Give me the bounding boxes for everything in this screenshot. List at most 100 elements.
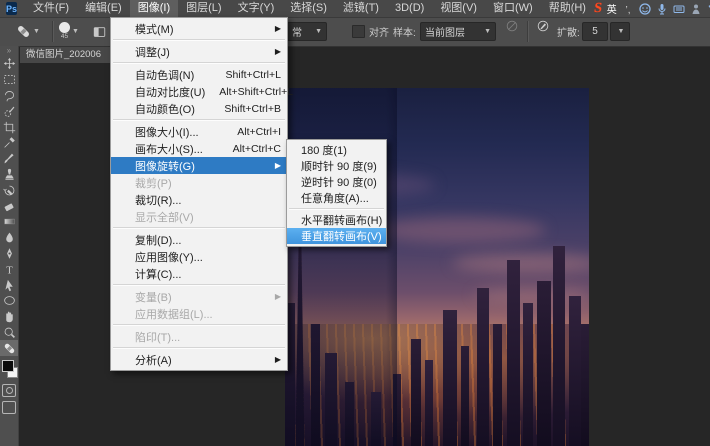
shape-tool-icon[interactable] [0,293,18,309]
move-tool-icon[interactable] [0,56,18,72]
menu-item-1[interactable]: 模式(M)▶ [111,20,287,37]
menu-item-11[interactable]: 显示全部(V) [111,208,287,225]
ignore-adjustment-layers-button[interactable] [503,17,521,35]
color-swatches[interactable] [0,358,18,380]
chevron-down-icon: ▼ [618,28,625,35]
menu-item-13[interactable]: 应用图像(Y)... [111,248,287,265]
menubar-item-11[interactable]: 帮助(H) [541,0,594,17]
menu-item-4[interactable]: 自动对比度(U)Alt+Shift+Ctrl+L [111,83,287,100]
menu-item-label: 应用图像(Y)... [135,249,203,265]
menu-item-label: 自动色调(N) [135,67,194,83]
pen-tool-icon[interactable] [0,246,18,262]
punctuation-icon[interactable]: ’, [622,3,634,15]
tool-options-bar: ▼ 45 ▼ 常 ▼ 对齐 样本: [0,17,710,47]
aligned-checkbox[interactable] [352,25,365,38]
diffusion-value: 5 [592,26,598,37]
menu-item-label: 应用数据组(L)... [135,306,213,322]
collapse-panel-icon[interactable]: » [0,46,18,56]
toggle-brush-panel-button[interactable] [92,17,107,46]
menu-item-12[interactable]: 复制(D)... [111,231,287,248]
menu-item-3[interactable]: 自动色调(N) Shift+Ctrl+L [111,66,287,83]
mode-dropdown[interactable]: 常 ▼ [287,17,327,46]
brush-tip-icon [59,22,70,33]
person-icon[interactable] [690,3,702,15]
foreground-color-swatch[interactable] [2,360,14,372]
crop-tool-icon[interactable] [0,119,18,135]
menu-item-18[interactable]: 分析(A)▶ [111,351,287,368]
marquee-tool-icon[interactable] [0,72,18,88]
menu-item-15[interactable]: 变量(B)▶ [111,288,287,305]
screen-mode-button[interactable] [2,401,16,414]
document-tab[interactable]: 微信图片_202006 [20,46,119,63]
menu-item-8[interactable]: 图像旋转(G)▶ [111,157,287,174]
menu-item-6[interactable]: 垂直翻转画布(V) [287,228,386,244]
hand-tool-icon[interactable] [0,309,18,325]
eyedropper-tool-icon[interactable] [0,135,18,151]
menu-item-2[interactable]: 调整(J)▶ [111,43,287,60]
emoji-icon[interactable] [639,3,651,15]
menu-item-2[interactable]: 顺时针 90 度(9) [287,158,386,174]
menu-item-label: 模式(M) [135,21,174,37]
quick-select-tool-icon[interactable] [0,103,18,119]
menubar-item-8[interactable]: 3D(D) [387,0,432,17]
lasso-tool-icon[interactable] [0,88,18,104]
menubar-item-1[interactable]: 文件(F) [25,0,77,17]
ime-tray: S 英 ’, [594,1,710,17]
menu-item-7[interactable]: 画布大小(S)...Alt+Ctrl+C [111,140,287,157]
photo-tower [553,246,565,446]
menubar-item-6[interactable]: 选择(S) [282,0,335,17]
menu-item-3[interactable]: 逆时针 90 度(0) [287,174,386,190]
menubar-item-3[interactable]: 图像(I) [130,0,178,17]
menu-item-shortcut: Shift+Ctrl+B [210,103,281,115]
diffusion-dropdown[interactable]: 5 ▼ [582,17,630,46]
gradient-tool-icon[interactable] [0,214,18,230]
menubar-item-9[interactable]: 视图(V) [432,0,485,17]
photo-tower [461,346,469,446]
submenu-arrow-icon: ▶ [275,355,281,364]
chevron-down-icon: ▼ [33,28,40,35]
menubar-item-4[interactable]: 图层(L) [178,0,229,17]
brush-preset-picker[interactable]: 45 ▼ [59,17,79,46]
menubar-item-7[interactable]: 滤镜(T) [335,0,387,17]
path-select-tool-icon[interactable] [0,277,18,293]
menu-item-1[interactable]: 180 度(1) [287,142,386,158]
menubar-item-5[interactable]: 文字(Y) [230,0,283,17]
ime-language-toggle[interactable]: 英 [607,1,617,16]
menubar-item-2[interactable]: 编辑(E) [77,0,130,17]
sogou-logo-icon[interactable]: S [593,1,603,17]
menu-item-shortcut: Alt+Shift+Ctrl+L [205,86,293,98]
menu-item-label: 水平翻转画布(H) [301,212,382,228]
healing-brush-tool-icon[interactable] [0,340,18,356]
menu-item-17[interactable]: 陷印(T)... [111,328,287,345]
menu-item-14[interactable]: 计算(C)... [111,265,287,282]
brush-tool-icon[interactable] [0,151,18,167]
mode-value: 常 [292,24,302,39]
tool-preset-button[interactable]: ▼ [16,17,40,46]
menu-separator [113,227,285,229]
history-brush-tool-icon[interactable] [0,182,18,198]
menu-item-9[interactable]: 裁剪(P) [111,174,287,191]
quick-mask-button[interactable] [2,384,16,397]
keyboard-icon[interactable] [673,3,685,15]
menu-item-6[interactable]: 图像大小(I)...Alt+Ctrl+I [111,123,287,140]
menu-item-4[interactable]: 任意角度(A)... [287,190,386,206]
menu-item-5[interactable]: 水平翻转画布(H) [287,212,386,228]
blur-tool-icon[interactable] [0,230,18,246]
menu-item-5[interactable]: 自动颜色(O)Shift+Ctrl+B [111,100,287,117]
eraser-tool-icon[interactable] [0,198,18,214]
menubar-item-10[interactable]: 窗口(W) [485,0,541,17]
menu-item-16[interactable]: 应用数据组(L)... [111,305,287,322]
sample-dropdown[interactable]: 当前图层 ▼ [420,17,496,46]
clone-stamp-tool-icon[interactable] [0,167,18,183]
photo-tower [443,310,457,446]
menu-item-10[interactable]: 裁切(R)... [111,191,287,208]
menu-item-label: 垂直翻转画布(V) [301,228,382,244]
menu-item-label: 变量(B) [135,289,172,305]
photo-tower [523,303,533,446]
zoom-tool-icon[interactable] [0,325,18,341]
menu-item-shortcut: Alt+Ctrl+I [223,126,281,138]
menu-item-shortcut: Shift+Ctrl+L [212,69,281,81]
pen-pressure-button[interactable] [534,17,552,35]
microphone-icon[interactable] [656,3,668,15]
type-tool-icon[interactable]: T [0,261,18,277]
